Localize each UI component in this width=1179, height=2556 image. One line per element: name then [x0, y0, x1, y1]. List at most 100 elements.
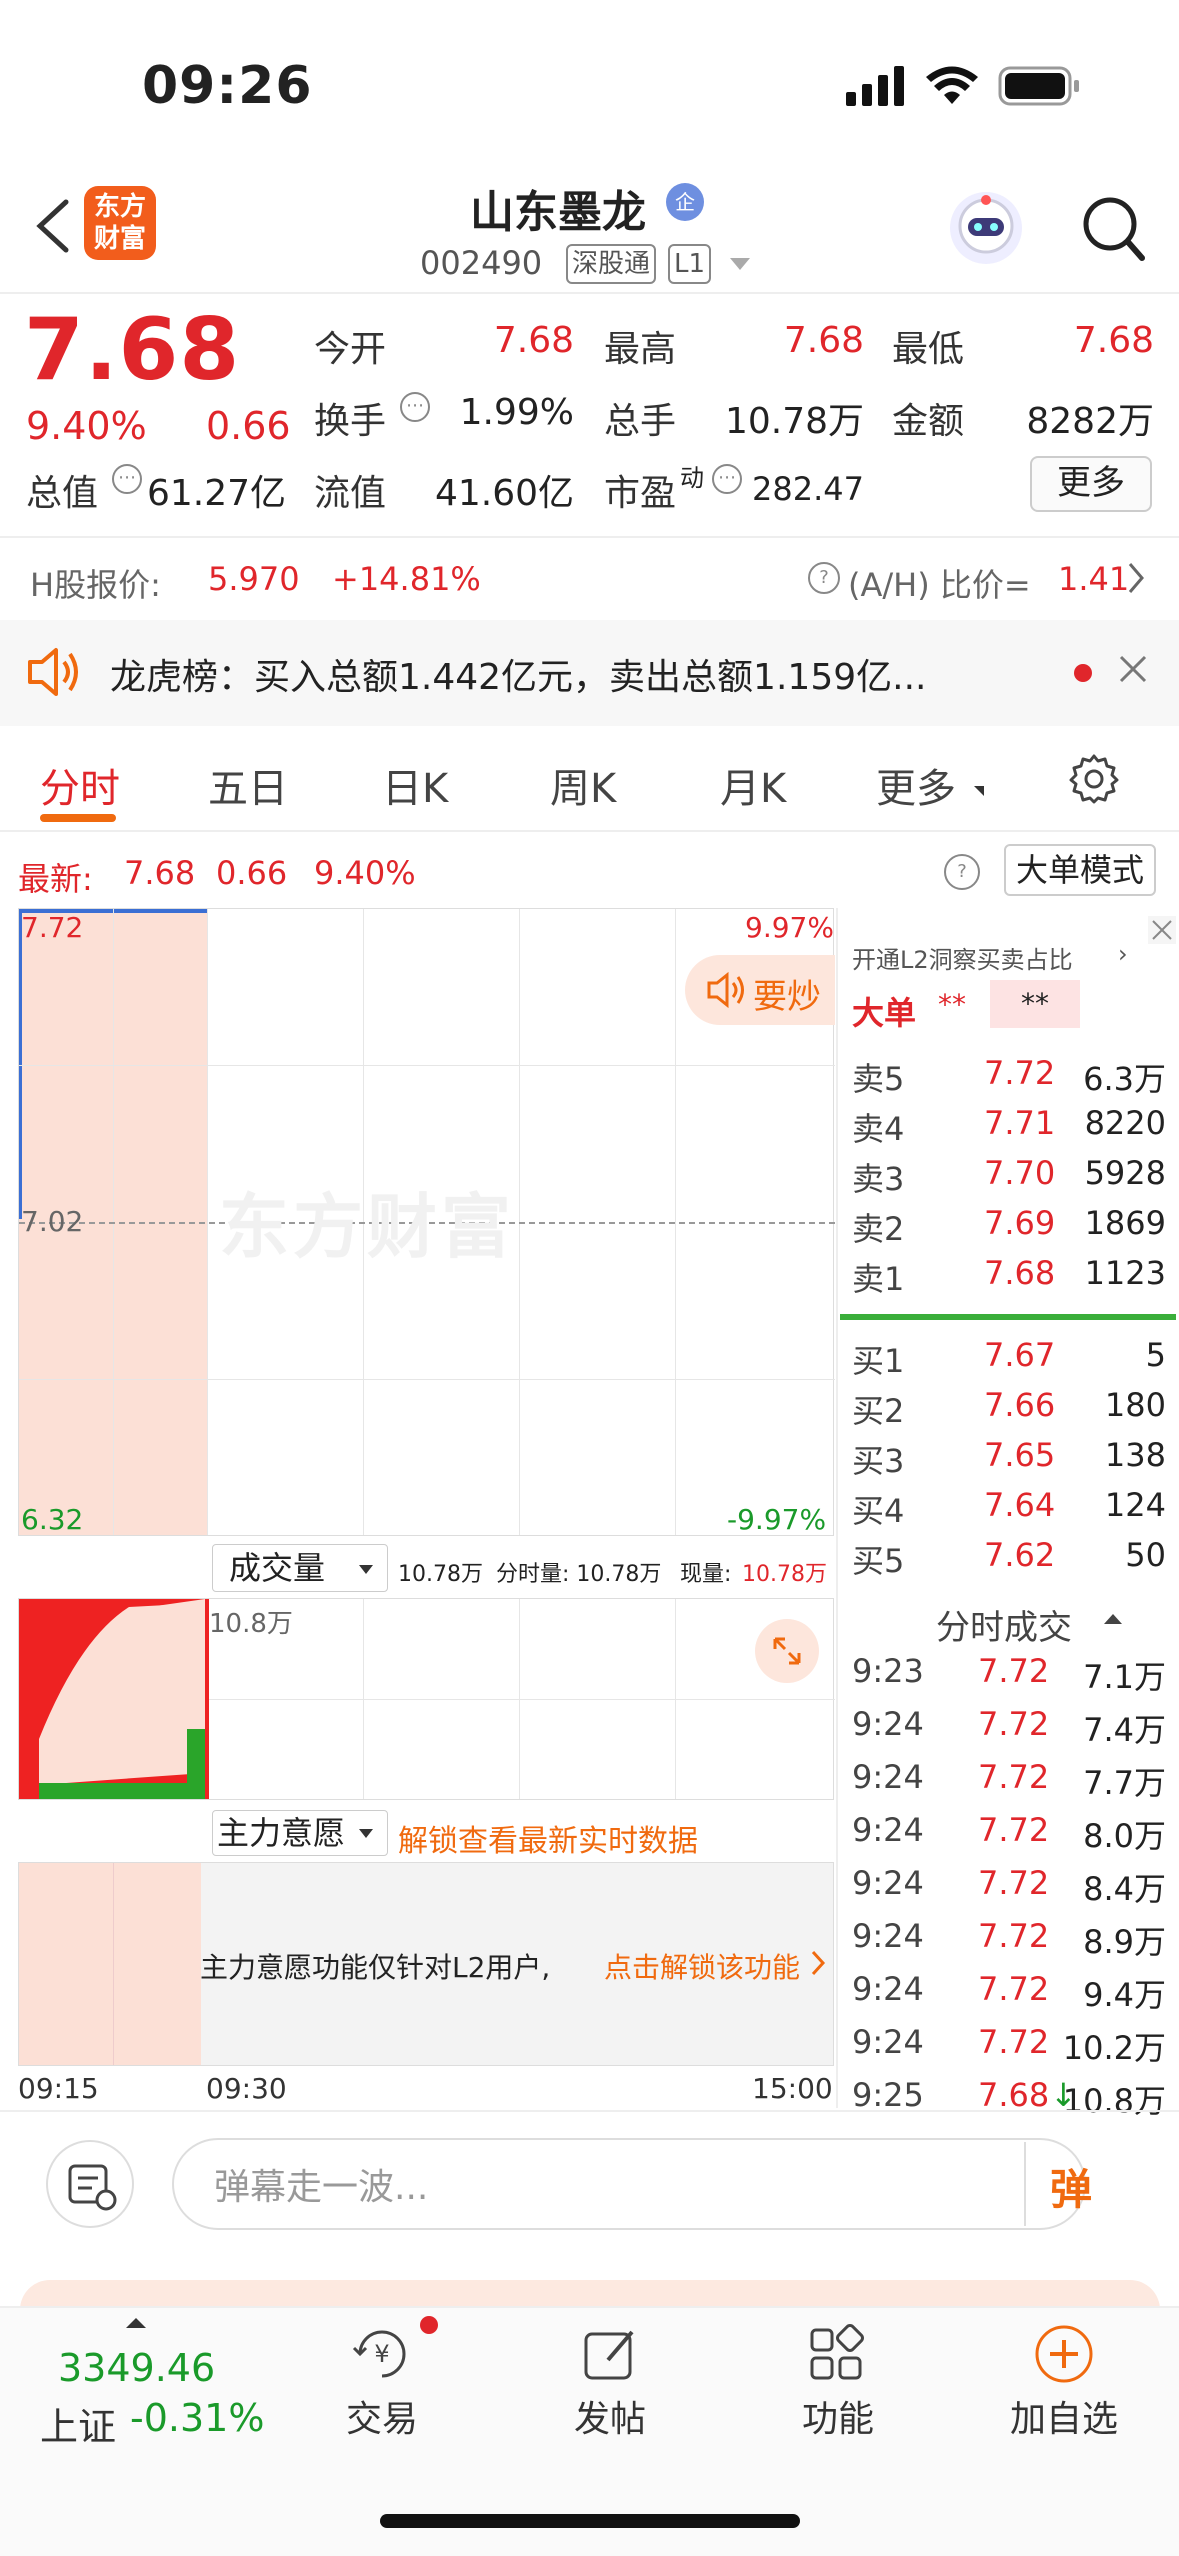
nav-post[interactable]: 发帖 [574, 2390, 646, 2442]
intent-unlock-button[interactable]: 点击解锁该功能 [604, 1946, 800, 1986]
bid-row[interactable]: 买2 7.66 180 [852, 1386, 1166, 1436]
tick-volume: 10.2万 [1062, 2029, 1166, 2067]
low-value: 7.68 [1073, 320, 1154, 361]
intent-selector[interactable]: 主力意愿 [212, 1810, 388, 1856]
info-icon[interactable]: ⋯ [712, 464, 742, 494]
index-pct[interactable]: -0.31% [130, 2396, 264, 2440]
l2-promo[interactable]: 开通L2洞察买卖占比 [852, 940, 1073, 975]
tick-label: 9:24 [852, 1705, 924, 1743]
tick-row[interactable]: 9:23 7.72 7.1万 [852, 1652, 1166, 1702]
tick-row[interactable]: 9:24 7.72 8.4万 [852, 1864, 1166, 1914]
svg-text:¥: ¥ [374, 2340, 389, 2368]
tick-volume: 8.0万 [1083, 1817, 1166, 1855]
big-order-mode-button[interactable]: 大单模式 [1004, 844, 1156, 896]
chevron-right-icon[interactable] [810, 1948, 826, 1982]
index-value[interactable]: 3349.46 [58, 2346, 215, 2390]
chevron-right-icon[interactable] [1126, 560, 1146, 600]
trade-badge [420, 2316, 438, 2334]
ask-row[interactable]: 卖4 7.71 8220 [852, 1104, 1166, 1154]
tab-weekly-k[interactable]: 周K [550, 756, 616, 814]
close-icon[interactable] [1148, 916, 1176, 948]
tab-more[interactable]: 更多 [876, 756, 956, 814]
bid-row[interactable]: 买1 7.67 5 [852, 1336, 1166, 1386]
post-icon[interactable] [580, 2324, 640, 2388]
chevron-right-icon[interactable]: › [1118, 940, 1128, 968]
close-icon[interactable] [1118, 654, 1148, 688]
bid-price: 7.67 [984, 1336, 1056, 1374]
turnover-label: 换手 [314, 401, 387, 442]
grid-line [19, 1379, 835, 1380]
tick-volume: 9.4万 [1083, 1976, 1166, 2014]
nav-add-watchlist[interactable]: 加自选 [1010, 2390, 1118, 2442]
send-danmaku-button[interactable]: 弹 [1050, 2156, 1092, 2217]
notice-text[interactable]: 龙虎榜：买入总额1.442亿元，卖出总额1.159亿... [110, 648, 926, 700]
bid-volume: 180 [1104, 1386, 1166, 1424]
volume-selector[interactable]: 成交量 [212, 1544, 388, 1592]
big-order-label: 大单 [852, 994, 917, 1032]
tick-volume: 7.7万 [1083, 1764, 1166, 1802]
tick-row[interactable]: 9:25 7.68 10.8万 ↓ [852, 2076, 1166, 2126]
price-chart[interactable]: 东方财富 7.72 7.02 6.32 9.97% -9.97% 要炒 [18, 908, 835, 1536]
back-icon[interactable] [28, 196, 78, 256]
volume-chart[interactable]: 10.8万 [18, 1598, 835, 1800]
index-name[interactable]: 上证 [40, 2396, 116, 2451]
tick-row[interactable]: 9:24 7.72 10.2万 [852, 2023, 1166, 2073]
tab-monthly-k[interactable]: 月K [720, 756, 786, 814]
nav-trade[interactable]: 交易 [346, 2390, 418, 2442]
intent-unlock-link[interactable]: 解锁查看最新实时数据 [398, 1816, 698, 1860]
ask-row[interactable]: 卖2 7.69 1869 [852, 1204, 1166, 1254]
speak-button[interactable]: 要炒 [685, 955, 835, 1025]
search-icon[interactable] [1080, 194, 1146, 264]
turnover-value: 1.99% [459, 392, 574, 433]
down-arrow-icon: ↓ [1050, 2076, 1077, 2114]
tick-price: 7.72 [978, 1917, 1050, 1955]
tab-five-day[interactable]: 五日 [208, 756, 288, 814]
tick-row[interactable]: 9:24 7.72 7.7万 [852, 1758, 1166, 1808]
tick-row[interactable]: 9:24 7.72 9.4万 [852, 1970, 1166, 2020]
bid-row[interactable]: 买3 7.65 138 [852, 1436, 1166, 1486]
bid-row[interactable]: 买4 7.64 124 [852, 1486, 1166, 1536]
high-value: 7.68 [783, 320, 864, 361]
tab-daily-k[interactable]: 日K [382, 756, 448, 814]
chevron-up-icon[interactable] [126, 2318, 146, 2328]
tab-intraday[interactable]: 分时 [40, 756, 120, 814]
info-icon[interactable]: ⋯ [112, 464, 142, 494]
chevron-up-icon[interactable] [1104, 1614, 1122, 1624]
help-icon[interactable]: ? [944, 854, 980, 890]
help-icon[interactable]: ? [808, 562, 840, 594]
ask-row[interactable]: 卖5 7.72 6.3万 [852, 1054, 1166, 1104]
bid-row[interactable]: 买5 7.62 50 [852, 1536, 1166, 1586]
assistant-robot-icon[interactable] [950, 192, 1022, 264]
settings-icon[interactable] [1068, 752, 1120, 808]
bid-price: 7.64 [984, 1486, 1056, 1524]
functions-icon[interactable] [806, 2324, 866, 2388]
ask-price: 7.68 [984, 1254, 1056, 1292]
ask-label: 卖1 [852, 1260, 905, 1298]
hshare-price: 5.970 [208, 560, 300, 598]
current-price: 7.68 [24, 300, 241, 400]
big-order-sell: ** [990, 980, 1080, 1028]
add-watchlist-icon[interactable] [1032, 2322, 1096, 2390]
nav-functions[interactable]: 功能 [802, 2390, 874, 2442]
tick-row[interactable]: 9:24 7.72 8.0万 [852, 1811, 1166, 1861]
market-cap-value: 61.27亿 [146, 473, 286, 514]
tick-row[interactable]: 9:24 7.72 7.4万 [852, 1705, 1166, 1755]
trade-icon[interactable]: ¥ [350, 2324, 414, 2388]
tick-volume: 8.4万 [1083, 1870, 1166, 1908]
tick-row[interactable]: 9:24 7.72 8.9万 [852, 1917, 1166, 1967]
expand-icon[interactable] [755, 1619, 819, 1683]
change-percent: 9.40% [26, 404, 147, 448]
intent-shade [19, 1863, 201, 2065]
danmaku-placeholder: 弹幕走一波... [214, 2167, 429, 2208]
ask-label: 卖4 [852, 1110, 905, 1148]
danmaku-settings-icon[interactable] [46, 2140, 134, 2228]
latest-price: 7.68 [124, 854, 196, 892]
divider [0, 2110, 1179, 2112]
more-button[interactable]: 更多 [1030, 456, 1152, 512]
info-icon[interactable]: ⋯ [400, 392, 430, 422]
ask-row[interactable]: 卖1 7.68 1123 [852, 1254, 1166, 1304]
chevron-down-icon[interactable] [730, 258, 750, 270]
ask-label: 卖2 [852, 1210, 905, 1248]
tick-label: 9:25 [852, 2076, 924, 2114]
ask-row[interactable]: 卖3 7.70 5928 [852, 1154, 1166, 1204]
